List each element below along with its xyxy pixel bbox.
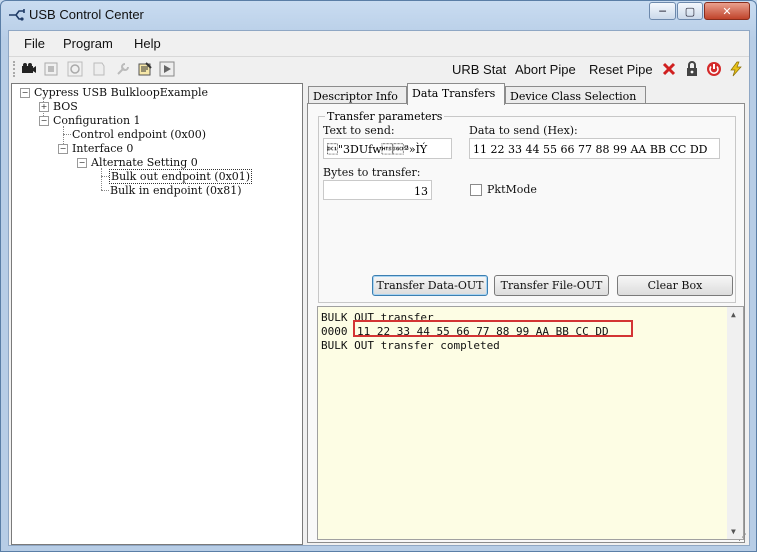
tree-node-bos[interactable]: BOS [53, 100, 78, 113]
menu-file[interactable]: File [24, 36, 45, 51]
tree-node-configuration[interactable]: Configuration 1 [53, 114, 141, 127]
pktmode-label: PktMode [487, 183, 537, 196]
tree-node-alternate-setting[interactable]: Alternate Setting 0 [91, 156, 198, 169]
tab-control: Descriptor Info Data Transfers Device Cl… [307, 83, 747, 545]
resize-grip-icon[interactable]: ⋰ [738, 533, 747, 543]
app-window: USB Control Center ─ ▢ ✕ File Program He… [0, 0, 757, 552]
data-highlight-box [353, 320, 633, 337]
maximize-button[interactable]: ▢ [677, 2, 703, 20]
urb-stat-button[interactable]: URB Stat [452, 62, 506, 77]
menu-bar: File Program Help [9, 31, 749, 55]
window-title: USB Control Center [29, 7, 144, 22]
tab-data-transfers[interactable]: Data Transfers [407, 83, 505, 105]
page-icon[interactable] [91, 61, 107, 77]
hex-data-input[interactable]: 11 22 33 44 55 66 77 88 99 AA BB CC DD [469, 138, 720, 159]
expand-toggle-bos[interactable]: + [39, 102, 49, 112]
notepad-icon[interactable] [137, 61, 153, 77]
transfer-parameters-label: Transfer parameters [325, 110, 445, 123]
play-icon[interactable] [159, 61, 175, 77]
log-line-address: 0000 [321, 325, 348, 338]
stop-icon[interactable] [43, 61, 59, 77]
lightning-icon[interactable] [728, 61, 744, 77]
transfer-data-out-button[interactable]: Transfer Data-OUT [372, 275, 488, 296]
clear-box-button[interactable]: Clear Box [617, 275, 733, 296]
collapse-toggle-config[interactable]: − [39, 116, 49, 126]
hex-data-label: Data to send (Hex): [469, 124, 578, 137]
menu-program[interactable]: Program [63, 36, 113, 51]
title-bar[interactable]: USB Control Center ─ ▢ ✕ [1, 1, 756, 29]
text-to-send-label: Text to send: [323, 124, 395, 137]
bytes-to-transfer-input[interactable]: 13 [323, 180, 432, 200]
toolbar-grip [13, 61, 17, 77]
data-transfers-panel: Transfer parameters Text to send: "3DUf… [307, 103, 745, 543]
toolbar: URB Stat Abort Pipe Reset Pipe [9, 56, 749, 83]
bytes-to-transfer-label: Bytes to transfer: [323, 166, 421, 179]
pktmode-checkbox[interactable] [470, 184, 482, 196]
tab-descriptor-info[interactable]: Descriptor Info [308, 86, 407, 104]
transfer-parameters-group: Transfer parameters Text to send: "3DUf… [318, 110, 736, 303]
text-to-send-input[interactable]: "3DUfwª»ÌÝ [323, 138, 452, 159]
usb-plug-icon [9, 9, 25, 21]
wrench-icon[interactable] [115, 61, 131, 77]
tree-node-bulk-out-endpoint[interactable]: Bulk out endpoint (0x01) [109, 169, 253, 184]
collapse-toggle-interface[interactable]: − [58, 144, 68, 154]
tree-node-bulk-in-endpoint[interactable]: Bulk in endpoint (0x81) [110, 184, 242, 197]
refresh-icon[interactable] [67, 61, 83, 77]
menu-help[interactable]: Help [134, 36, 161, 51]
device-tree[interactable]: − Cypress USB BulkloopExample + BOS − Co… [11, 83, 303, 545]
transfer-file-out-button[interactable]: Transfer File-OUT [494, 275, 609, 296]
scroll-down-icon[interactable]: ▼ [731, 527, 736, 536]
output-log[interactable]: BULK OUT transfer 0000 11 22 33 44 55 66… [317, 306, 744, 540]
scroll-up-icon[interactable]: ▲ [731, 310, 736, 319]
tree-node-interface[interactable]: Interface 0 [72, 142, 133, 155]
camera-icon[interactable] [21, 61, 37, 77]
collapse-toggle-root[interactable]: − [20, 88, 30, 98]
log-line: BULK OUT transfer completed [321, 339, 500, 352]
power-icon[interactable] [706, 61, 722, 77]
abort-pipe-button[interactable]: Abort Pipe [515, 62, 576, 77]
reset-pipe-button[interactable]: Reset Pipe [589, 62, 653, 77]
vertical-scrollbar[interactable]: ▲ ▼ [727, 307, 743, 539]
minimize-button[interactable]: ─ [649, 2, 676, 20]
client-area: File Program Help URB Stat Abort Pipe Re… [8, 30, 750, 546]
tree-node-device[interactable]: Cypress USB BulkloopExample [34, 86, 208, 99]
collapse-toggle-alt-setting[interactable]: − [77, 158, 87, 168]
close-button[interactable]: ✕ [704, 2, 750, 20]
lock-icon[interactable] [684, 61, 700, 77]
tab-device-class-selection[interactable]: Device Class Selection [505, 86, 646, 104]
tree-node-control-endpoint[interactable]: Control endpoint (0x00) [72, 128, 206, 141]
close-x-icon[interactable] [661, 61, 677, 77]
